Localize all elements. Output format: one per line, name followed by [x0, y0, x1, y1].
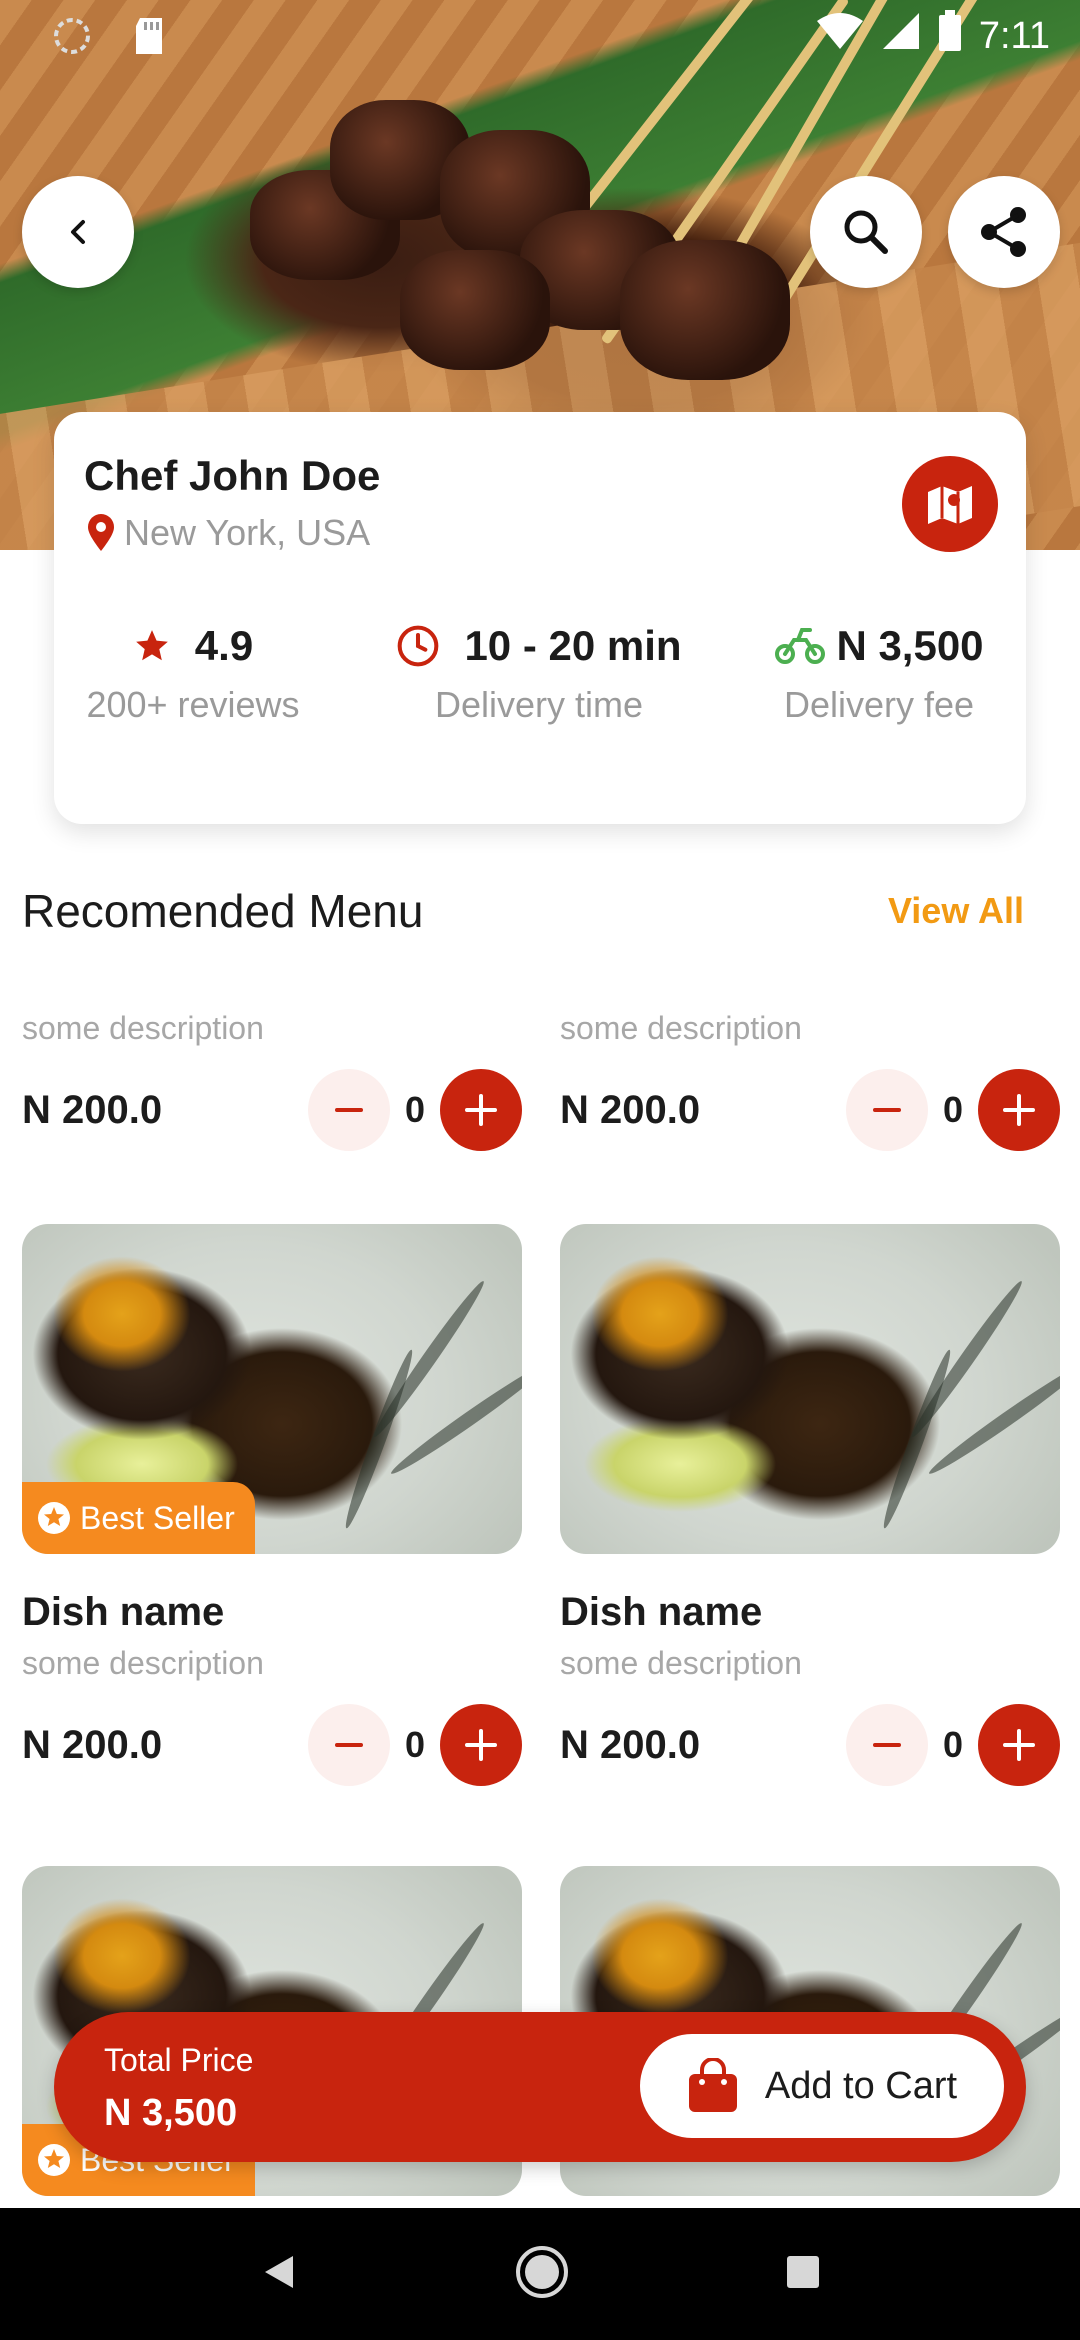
dish-description: some description [560, 1645, 802, 1681]
dish-price: N 200.0 [22, 1087, 163, 1132]
dish-price: N 200.0 [560, 1722, 701, 1767]
minus-icon [873, 1108, 901, 1112]
menu-card-partial[interactable]: some description N 200.0 0 [560, 1010, 1060, 1153]
clock-icon [398, 625, 439, 667]
plus-icon [465, 1094, 497, 1126]
status-time: 7:11 [978, 14, 1050, 57]
battery-icon [937, 10, 963, 62]
chevron-left-icon [71, 220, 85, 244]
delivery-fee-label: Delivery fee [783, 684, 975, 725]
wifi-icon [815, 11, 865, 61]
back-button[interactable] [22, 176, 134, 288]
star-badge-icon [38, 2144, 70, 2176]
minus-icon [873, 1743, 901, 1747]
minus-icon [335, 1743, 363, 1747]
delivery-time-value: 10 - 20 min [464, 622, 682, 669]
rating-label: 200+ reviews [86, 684, 300, 725]
delivery-fee-stat: N 3,500 Delivery fee [754, 622, 1004, 726]
system-nav-bar [0, 2208, 1080, 2340]
dish-price: N 200.0 [22, 1722, 163, 1767]
nav-recents-icon[interactable] [783, 2252, 823, 2297]
sync-icon [52, 16, 92, 61]
decrease-button[interactable] [308, 1704, 390, 1786]
menu-card-partial[interactable]: some description N 200.0 0 [22, 1010, 522, 1153]
delivery-time-stat: 10 - 20 min Delivery time [374, 622, 704, 726]
dish-name: Dish name [560, 1590, 763, 1634]
chef-location: New York, USA [84, 512, 370, 554]
section-title: Recomended Menu [22, 885, 424, 937]
chef-info-card: Chef John Doe New York, USA 4.9 200+ rev… [54, 412, 1026, 824]
add-to-cart-button[interactable]: Add to Cart [640, 2034, 1004, 2138]
shopping-bag-icon [688, 2058, 737, 2112]
increase-button[interactable] [440, 1069, 522, 1151]
dish-description: some description [22, 1010, 264, 1046]
dish-description: some description [22, 1645, 264, 1681]
delivery-time-label: Delivery time [434, 684, 644, 725]
menu-card[interactable]: Best Seller Dish name some description N… [22, 1224, 522, 1788]
quantity-value: 0 [404, 1724, 426, 1765]
quantity-value: 0 [942, 1089, 964, 1130]
search-icon [844, 210, 888, 254]
share-icon [981, 207, 1026, 257]
menu-card[interactable]: Dish name some description N 200.0 0 [560, 1224, 1060, 1788]
chef-name: Chef John Doe [84, 452, 381, 499]
decrease-button[interactable] [308, 1069, 390, 1151]
dish-description: some description [560, 1010, 802, 1046]
increase-button[interactable] [978, 1704, 1060, 1786]
star-icon [135, 630, 168, 661]
share-button[interactable] [948, 176, 1060, 288]
dish-image: Best Seller [22, 1224, 522, 1554]
dish-price: N 200.0 [560, 1087, 701, 1132]
total-price-label: Total Price [104, 2042, 254, 2078]
motorbike-icon [775, 628, 826, 664]
search-button[interactable] [810, 176, 922, 288]
nav-back-icon[interactable] [257, 2250, 301, 2299]
plus-icon [465, 1729, 497, 1761]
quantity-value: 0 [942, 1724, 964, 1765]
badge-label: Best Seller [80, 1499, 235, 1536]
sd-card-icon [132, 16, 166, 61]
increase-button[interactable] [440, 1704, 522, 1786]
minus-icon [335, 1108, 363, 1112]
map-icon [928, 486, 972, 524]
decrease-button[interactable] [846, 1069, 928, 1151]
add-to-cart-label: Add to Cart [764, 2064, 958, 2107]
star-badge-icon [38, 1502, 70, 1534]
signal-icon [881, 11, 921, 61]
map-button[interactable] [902, 456, 998, 552]
nav-home-icon[interactable] [514, 2244, 570, 2305]
location-pin-icon [88, 514, 114, 551]
total-price-value: N 3,500 [104, 2092, 238, 2134]
dish-image [560, 1224, 1060, 1554]
cart-bar: Total Price N 3,500 Add to Cart [54, 2012, 1026, 2162]
plus-icon [1003, 1729, 1035, 1761]
view-all-link[interactable]: View All [888, 890, 1024, 932]
dish-name: Dish name [22, 1590, 225, 1634]
status-bar: 7:11 [0, 0, 1080, 66]
plus-icon [1003, 1094, 1035, 1126]
quantity-value: 0 [404, 1089, 426, 1130]
decrease-button[interactable] [846, 1704, 928, 1786]
increase-button[interactable] [978, 1069, 1060, 1151]
best-seller-badge: Best Seller [22, 1482, 255, 1554]
delivery-fee-value: N 3,500 [836, 622, 984, 669]
rating-stat: 4.9 200+ reviews [68, 622, 318, 726]
rating-value: 4.9 [194, 622, 254, 669]
location-text: New York, USA [124, 512, 371, 553]
